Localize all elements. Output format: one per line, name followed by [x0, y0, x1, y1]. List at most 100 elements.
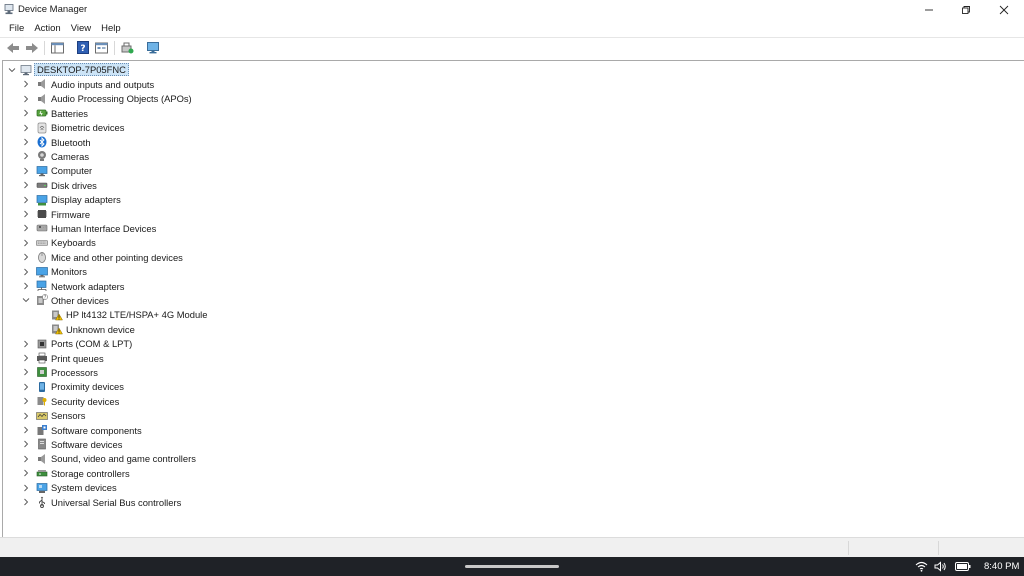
collapse-chevron-icon[interactable] [22, 296, 30, 304]
tree-item-universal-serial-bus-controllers[interactable]: Universal Serial Bus controllers [3, 495, 1021, 509]
tree-item-biometric-devices[interactable]: Biometric devices [3, 121, 1021, 135]
tree-item-storage-controllers[interactable]: Storage controllers [3, 466, 1021, 480]
tree-item-other-devices[interactable]: ? Other devices [3, 293, 1021, 307]
expand-chevron-icon[interactable] [22, 412, 30, 420]
expand-chevron-icon[interactable] [22, 498, 30, 506]
tree-item-batteries[interactable]: Batteries [3, 106, 1021, 120]
expand-chevron-icon[interactable] [22, 368, 30, 376]
expand-chevron-icon[interactable] [22, 455, 30, 463]
collapse-chevron-icon[interactable] [8, 66, 16, 74]
expand-chevron-icon[interactable] [22, 152, 30, 160]
expand-chevron-icon[interactable] [22, 224, 30, 232]
tree-item-software-devices[interactable]: Software devices [3, 437, 1021, 451]
tree-root-computer[interactable]: DESKTOP-7P05FNC [3, 63, 1021, 77]
title-bar: Device Manager [0, 0, 1024, 19]
tree-item-batteries-label: Batteries [51, 107, 88, 119]
tree-item-keyboards-label: Keyboards [51, 237, 96, 249]
expand-chevron-icon[interactable] [22, 167, 30, 175]
minimize-button[interactable] [910, 0, 948, 19]
device-tree[interactable]: DESKTOP-7P05FNC Audio inputs and outputs A… [2, 60, 1024, 537]
tree-item-cameras[interactable]: Cameras [3, 149, 1021, 163]
tree-item-bluetooth[interactable]: Bluetooth [3, 135, 1021, 149]
tree-item-software-devices-label: Software devices [51, 438, 123, 450]
expand-chevron-icon[interactable] [22, 253, 30, 261]
restore-button[interactable] [947, 0, 985, 19]
tree-item-proximity-devices[interactable]: Proximity devices [3, 380, 1021, 394]
tree-item-network-adapters[interactable]: Network adapters [3, 279, 1021, 293]
expand-chevron-icon[interactable] [22, 124, 30, 132]
scan-hardware-button[interactable] [143, 40, 162, 56]
tree-item-computer[interactable]: Computer [3, 164, 1021, 178]
tree-item-processors[interactable]: Processors [3, 365, 1021, 379]
biometric-icon [36, 122, 48, 134]
tree-item-firmware[interactable]: Firmware [3, 207, 1021, 221]
help-button[interactable]: ? [73, 40, 92, 56]
tree-item-software-components[interactable]: Software components [3, 423, 1021, 437]
tree-item-sound-video-and-game-controllers[interactable]: Sound, video and game controllers [3, 452, 1021, 466]
menu-view[interactable]: View [66, 23, 96, 34]
tree-item-system-devices[interactable]: System devices [3, 481, 1021, 495]
show-hide-console-tree-button[interactable] [48, 40, 67, 56]
tree-item-keyboards[interactable]: Keyboards [3, 236, 1021, 250]
tree-item-print-queues[interactable]: Print queues [3, 351, 1021, 365]
volume-icon [934, 560, 946, 572]
expand-chevron-icon[interactable] [22, 210, 30, 218]
gesture-bar[interactable] [465, 565, 559, 568]
expand-chevron-icon[interactable] [22, 426, 30, 434]
taskbar-clock[interactable]: 8:40 PM [984, 561, 1019, 572]
disk-drive-icon [36, 179, 48, 191]
expand-chevron-icon[interactable] [22, 469, 30, 477]
expand-chevron-icon[interactable] [22, 282, 30, 290]
tree-device-hp-lt4132-lte-hspa-4g-module[interactable]: ! HP lt4132 LTE/HSPA+ 4G Module [3, 308, 1021, 322]
expand-chevron-icon[interactable] [22, 239, 30, 247]
expand-chevron-icon[interactable] [22, 196, 30, 204]
back-button[interactable] [3, 40, 22, 56]
view-details-button[interactable] [92, 40, 111, 56]
menu-file[interactable]: File [4, 23, 29, 34]
storage-controller-icon [36, 467, 48, 479]
expand-chevron-icon[interactable] [22, 484, 30, 492]
expand-chevron-icon[interactable] [22, 138, 30, 146]
tree-item-security-devices[interactable]: Security devices [3, 394, 1021, 408]
wifi-button[interactable] [914, 559, 928, 573]
expand-chevron-icon[interactable] [22, 340, 30, 348]
expand-chevron-icon[interactable] [22, 440, 30, 448]
menu-action[interactable]: Action [29, 23, 65, 34]
update-driver-button[interactable] [118, 40, 137, 56]
monitor-icon [36, 266, 48, 278]
tree-item-audio-inputs-and-outputs[interactable]: Audio inputs and outputs [3, 77, 1021, 91]
expand-chevron-icon[interactable] [22, 109, 30, 117]
expand-chevron-icon[interactable] [22, 95, 30, 103]
software-device-icon [36, 438, 48, 450]
expand-chevron-icon[interactable] [22, 383, 30, 391]
menu-help[interactable]: Help [96, 23, 126, 34]
tree-device-unknown-device[interactable]: ! Unknown device [3, 322, 1021, 336]
expand-chevron-icon[interactable] [22, 268, 30, 276]
update-driver-icon [121, 42, 134, 53]
volume-button[interactable] [933, 559, 947, 573]
tree-item-sensors[interactable]: Sensors [3, 409, 1021, 423]
tree-item-display-adapters[interactable]: Display adapters [3, 193, 1021, 207]
close-button[interactable] [985, 0, 1023, 19]
tree-item-ports-com-lpt[interactable]: Ports (COM & LPT) [3, 337, 1021, 351]
battery-button[interactable] [954, 559, 972, 573]
forward-button[interactable] [22, 40, 41, 56]
battery-icon [36, 107, 48, 119]
tree-item-other-devices-label: Other devices [51, 294, 109, 306]
tree-item-print-queues-label: Print queues [51, 352, 104, 364]
expand-chevron-icon[interactable] [22, 397, 30, 405]
network-adapter-icon [36, 280, 48, 292]
expand-chevron-icon[interactable] [22, 181, 30, 189]
expand-chevron-icon[interactable] [22, 80, 30, 88]
tree-item-monitors[interactable]: Monitors [3, 265, 1021, 279]
tree-item-bluetooth-label: Bluetooth [51, 136, 91, 148]
tree-item-audio-processing-objects-apos[interactable]: Audio Processing Objects (APOs) [3, 92, 1021, 106]
svg-text:?: ? [80, 44, 85, 54]
expand-chevron-icon[interactable] [22, 354, 30, 362]
tree-item-disk-drives[interactable]: Disk drives [3, 178, 1021, 192]
tree-item-human-interface-devices-label: Human Interface Devices [51, 222, 157, 234]
tree-item-mice-and-other-pointing-devices[interactable]: Mice and other pointing devices [3, 250, 1021, 264]
tree-item-human-interface-devices[interactable]: Human Interface Devices [3, 221, 1021, 235]
status-pane [938, 541, 1024, 555]
svg-text:!: ! [58, 315, 60, 321]
